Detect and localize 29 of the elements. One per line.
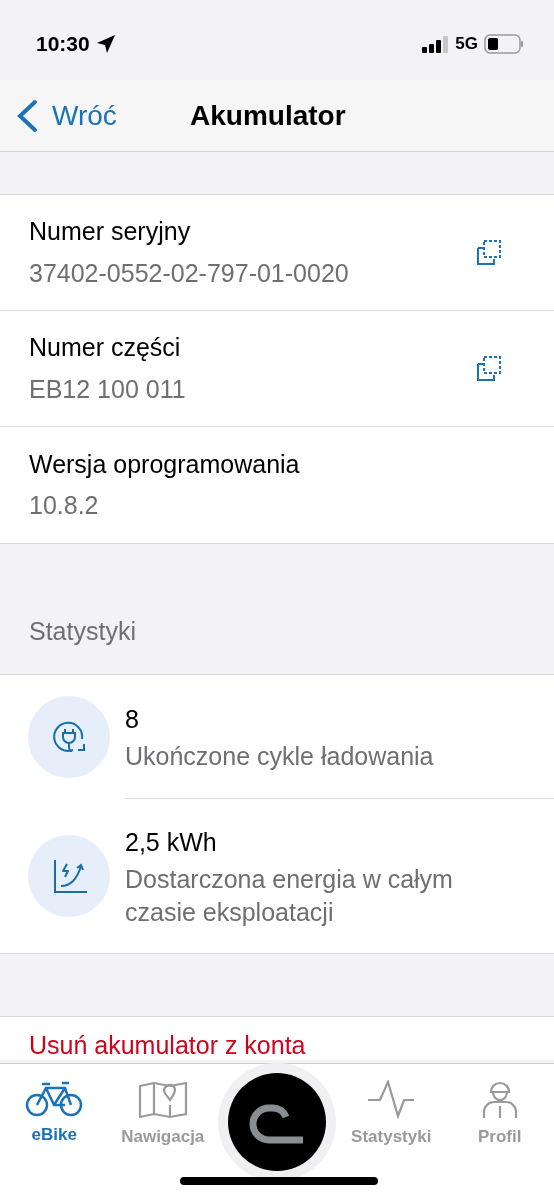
tab-item[interactable]: Profil	[445, 1064, 554, 1150]
back-button[interactable]: Wróć	[0, 94, 117, 137]
signal-icon	[422, 35, 450, 53]
copy-icon[interactable]	[474, 353, 504, 384]
battery-icon	[484, 34, 524, 54]
tab-item[interactable]: Nawigacja	[108, 1064, 217, 1150]
map-icon	[137, 1080, 188, 1120]
stat-value: 2,5 kWh	[125, 826, 218, 858]
tab-item[interactable]: eBike	[0, 1064, 109, 1148]
back-chevron-icon	[16, 98, 38, 133]
stat-value: 8	[125, 703, 140, 735]
field-value: 10.8.2	[29, 490, 100, 521]
field-value: 37402-0552-02-797-01-0020	[29, 257, 350, 289]
field-label: Wersja oprogramowania	[29, 448, 301, 480]
location-arrow-icon	[95, 34, 116, 54]
section-header: Statystyki	[29, 615, 136, 647]
tab-item[interactable]: Statystyki	[337, 1064, 446, 1150]
field-label: Numer części	[29, 332, 182, 363]
field-value: EB12 100 011	[29, 373, 187, 405]
ride-button[interactable]	[228, 1073, 326, 1171]
stat-label: Ukończone cykle ładowania	[125, 741, 435, 772]
copy-icon[interactable]	[474, 237, 504, 268]
pulse-icon	[366, 1080, 417, 1120]
bicycle-icon	[25, 1080, 84, 1118]
status-time: 10:30	[36, 31, 90, 58]
stat-label: Dostarczona energia w całym czasie eksploatacji	[125, 864, 454, 928]
network-label: 5G	[455, 33, 478, 56]
field-label: Numer seryjny	[29, 216, 192, 247]
page-title: Akumulator	[190, 98, 346, 133]
